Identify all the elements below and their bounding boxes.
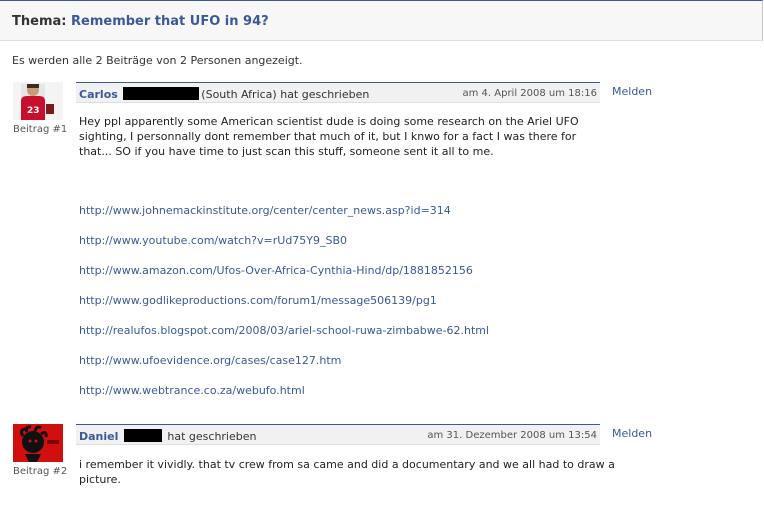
post-link[interactable]: http://www.godlikeproductions.com/forum1… xyxy=(79,294,437,307)
post-link[interactable]: http://www.youtube.com/watch?v=rUd75Y9_S… xyxy=(79,234,347,247)
post-index: Beitrag #1 xyxy=(13,124,68,135)
author-name-link[interactable]: Carlos xyxy=(79,88,118,101)
post-link[interactable]: http://realufos.blogspot.com/2008/03/ari… xyxy=(79,324,489,337)
list-item: http://www.godlikeproductions.com/forum1… xyxy=(79,294,489,324)
list-item: http://www.johnemackinstitute.org/center… xyxy=(79,204,489,234)
post-link[interactable]: http://www.webtrance.co.za/webufo.html xyxy=(79,384,305,397)
author-name-link[interactable]: Daniel xyxy=(79,430,118,443)
report-link[interactable]: Melden xyxy=(612,85,652,98)
report-link[interactable]: Melden xyxy=(612,427,652,440)
thread-topic: Remember that UFO in 94? xyxy=(71,14,269,29)
redacted-block xyxy=(123,87,200,100)
avatar-daniel[interactable] xyxy=(13,424,63,462)
thread-title: Thema: Remember that UFO in 94? xyxy=(12,14,269,29)
post-link-list: http://www.johnemackinstitute.org/center… xyxy=(79,204,489,414)
list-item: http://www.amazon.com/Ufos-Over-Africa-C… xyxy=(79,264,489,294)
wrote-label: hat geschrieben xyxy=(280,88,370,101)
thread-title-label: Thema: xyxy=(12,14,67,29)
list-item: http://www.youtube.com/watch?v=rUd75Y9_S… xyxy=(79,234,489,264)
post-link[interactable]: http://www.johnemackinstitute.org/center… xyxy=(79,204,451,217)
wrote-label: hat geschrieben xyxy=(167,430,257,443)
thread-header: Thema: Remember that UFO in 94? xyxy=(0,0,763,41)
list-item: http://realufos.blogspot.com/2008/03/ari… xyxy=(79,324,489,354)
post-index: Beitrag #2 xyxy=(13,466,68,477)
post-count-summary: Es werden alle 2 Beiträge von 2 Personen… xyxy=(12,54,303,67)
post-text: i remember it vividly. that tv crew from… xyxy=(79,458,615,486)
svg-text:23: 23 xyxy=(27,106,40,116)
post-header: Daniel hat geschrieben am 31. Dezember 2… xyxy=(76,424,600,445)
avatar-carlos[interactable]: 23 xyxy=(13,82,63,120)
author-line: Carlos (South Africa) hat geschrieben xyxy=(79,87,369,101)
post-text: Hey ppl apparently some American scienti… xyxy=(79,115,579,158)
list-item: http://www.webtrance.co.za/webufo.html xyxy=(79,384,489,414)
author-line: Daniel hat geschrieben xyxy=(79,429,256,443)
post-date: am 31. Dezember 2008 um 13:54 xyxy=(427,430,597,441)
redacted-block xyxy=(123,429,162,442)
list-item: http://www.ufoevidence.org/cases/case127… xyxy=(79,354,489,384)
post-header: Carlos (South Africa) hat geschrieben am… xyxy=(76,82,600,103)
post-date: am 4. April 2008 um 18:16 xyxy=(462,88,597,99)
post-link[interactable]: http://www.ufoevidence.org/cases/case127… xyxy=(79,354,341,367)
post-link[interactable]: http://www.amazon.com/Ufos-Over-Africa-C… xyxy=(79,264,473,277)
author-location: (South Africa) xyxy=(201,88,277,101)
